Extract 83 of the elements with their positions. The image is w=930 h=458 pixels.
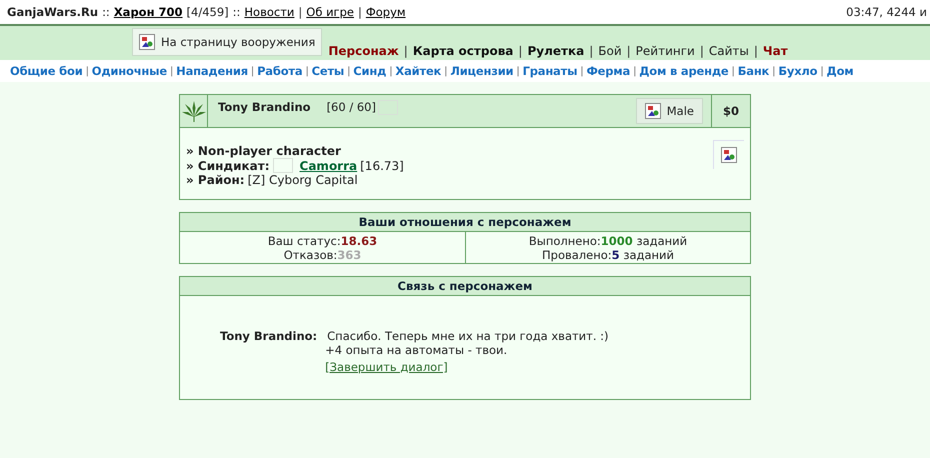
menu-link[interactable]: Бой (598, 44, 622, 58)
speaker-name: Tony Brandino: (220, 329, 318, 345)
separator: | (700, 44, 704, 58)
section-link[interactable]: Лицензии (450, 64, 514, 78)
separator: | (444, 66, 448, 76)
avatar-image-icon (721, 147, 737, 163)
info-label: » Синдикат: (186, 158, 270, 172)
section-link[interactable]: Дом в аренде (639, 64, 729, 78)
separator: :: (232, 5, 240, 19)
separator: | (250, 66, 254, 76)
menu-link[interactable]: Сайты (708, 44, 749, 58)
separator: | (358, 5, 362, 19)
separator: | (170, 66, 174, 76)
separator: | (305, 66, 309, 76)
info-label: » Район: (186, 173, 245, 187)
failed-value: 5 (612, 248, 620, 262)
section-link[interactable]: Гранаты (522, 64, 578, 78)
leaf-icon (182, 100, 206, 122)
failed-label: Провалено: (542, 248, 612, 262)
health-value: [60 / 60] (326, 100, 376, 114)
separator: | (580, 66, 584, 76)
section-link[interactable]: Работа (257, 64, 302, 78)
separator: :: (102, 5, 110, 19)
section-link[interactable]: Бухло (778, 64, 818, 78)
separator: | (404, 44, 408, 58)
character-name: Tony Brandino (218, 100, 311, 114)
broken-image-icon (644, 103, 661, 119)
separator: | (516, 66, 520, 76)
separator: | (298, 5, 302, 19)
section-link[interactable]: Дом (826, 64, 854, 78)
separator: | (820, 66, 824, 76)
separator: | (732, 66, 735, 76)
separator: | (518, 44, 522, 58)
section-link[interactable]: Сеты (312, 64, 344, 78)
menu-link[interactable]: Карта острова (412, 44, 514, 58)
relations-title: Ваши отношения с персонажем (180, 213, 750, 232)
dialog-text: +4 опыта на автоматы - твои. (325, 343, 508, 357)
menu-link[interactable]: Чат (762, 44, 788, 58)
dialog-text: Спасибо. Теперь мне их на три года хватит. :) (326, 329, 609, 343)
gender-badge: Male (636, 98, 703, 124)
separator: | (86, 66, 89, 76)
separator: | (589, 44, 594, 58)
info-label: » Non-player character (186, 144, 341, 158)
menu-link[interactable]: Персонаж (328, 44, 399, 58)
end-dialog-link[interactable]: [Завершить диалог] (325, 360, 609, 374)
info-value: [16.73] (360, 158, 404, 172)
separator: | (626, 44, 631, 58)
separator: | (633, 66, 636, 76)
status-label: Ваш статус: (268, 234, 341, 248)
broken-image-icon (139, 34, 155, 50)
menu-link[interactable]: Рулетка (527, 44, 584, 58)
top-link[interactable]: Новости (244, 5, 294, 19)
money-value: $0 (711, 95, 750, 127)
separator: | (389, 66, 392, 76)
refusals-value: 363 (337, 248, 362, 262)
section-link[interactable]: Одиночные (92, 64, 167, 78)
section-link[interactable]: Ферма (586, 64, 630, 78)
section-link[interactable]: Нападения (176, 64, 248, 78)
tasks-unit: заданий (623, 248, 674, 262)
status-value: 18.63 (340, 234, 378, 248)
site-name: GanjaWars.Ru (7, 5, 98, 19)
top-link[interactable]: Об игре (306, 5, 354, 19)
section-link[interactable]: Банк (738, 64, 770, 78)
top-link[interactable]: Форум (366, 5, 406, 19)
image-placeholder (272, 158, 293, 173)
info-value: [Z] Cyborg Capital (248, 173, 358, 187)
tooltip: На страницу вооружения (132, 28, 322, 56)
completed-label: Выполнено: (528, 234, 601, 248)
online-count: [4/459] (186, 5, 229, 19)
section-link[interactable]: Синд (353, 64, 386, 78)
completed-value: 1000 (600, 234, 633, 248)
clock-text: 03:47, 4244 и (846, 5, 927, 19)
separator: | (347, 66, 350, 76)
refusals-label: Отказов: (284, 248, 338, 262)
menu-link[interactable]: Рейтинги (636, 44, 695, 58)
dialog-title: Связь с персонажем (180, 277, 750, 296)
section-link[interactable]: Хайтек (395, 64, 442, 78)
separator: | (772, 66, 776, 76)
syndicate-link[interactable]: Camorra (300, 158, 358, 172)
section-link[interactable]: Общие бои (10, 64, 83, 78)
server-link[interactable]: Харон 700 (114, 5, 183, 19)
tasks-unit: заданий (636, 234, 688, 248)
separator: | (754, 44, 758, 58)
